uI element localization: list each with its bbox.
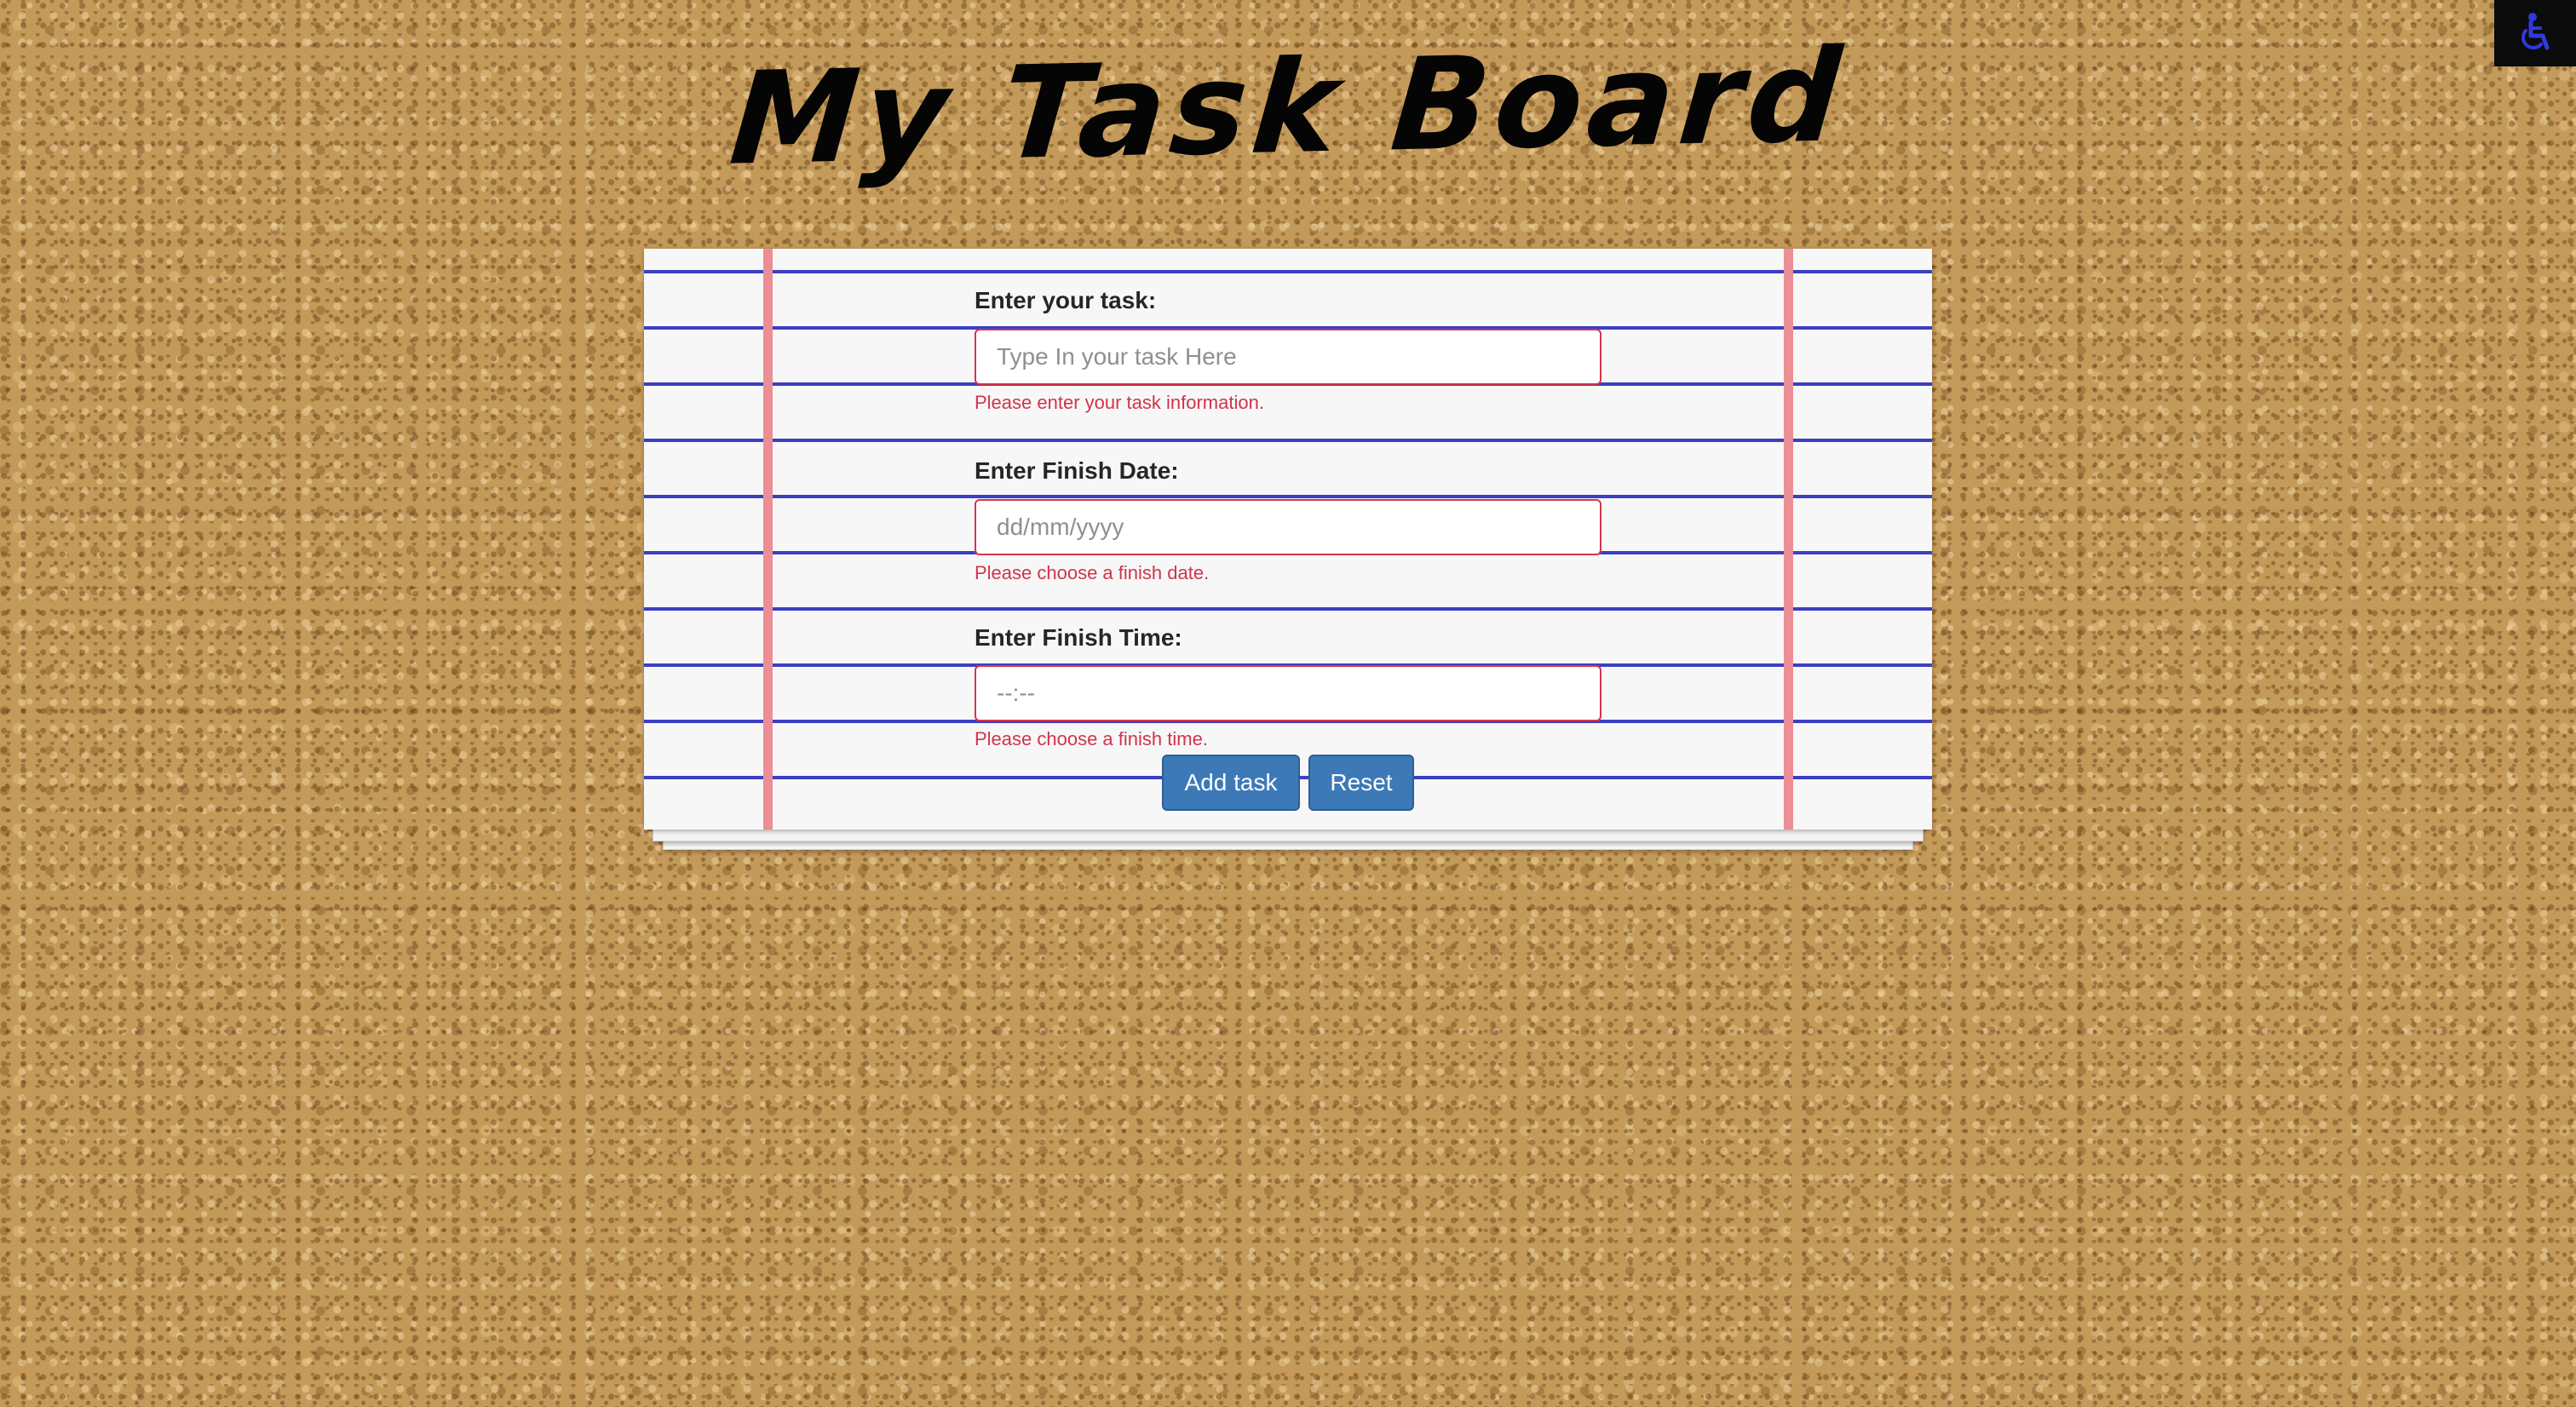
wheelchair-icon [2517, 12, 2553, 55]
task-form: Enter your task: Please enter your task … [975, 249, 1601, 830]
finish-time-input[interactable] [975, 665, 1601, 721]
accessibility-button[interactable] [2494, 0, 2576, 66]
task-label: Enter your task: [975, 287, 1157, 313]
lined-paper: Enter your task: Please enter your task … [644, 249, 1932, 830]
finish-date-error-message: Please choose a finish date. [975, 562, 1210, 583]
paper-margin-line-right [1784, 249, 1793, 830]
finish-date-label: Enter Finish Date: [975, 457, 1179, 484]
task-error-message: Please enter your task information. [975, 392, 1264, 413]
finish-date-input[interactable] [975, 499, 1601, 555]
paper-stack: Enter your task: Please enter your task … [644, 249, 1932, 850]
finish-time-error-message: Please choose a finish time. [975, 728, 1208, 749]
finish-time-label: Enter Finish Time: [975, 624, 1182, 651]
add-task-button[interactable]: Add task [1162, 755, 1300, 811]
reset-button[interactable]: Reset [1308, 755, 1414, 811]
page-title: My Task Board [725, 22, 1851, 194]
form-actions: Add task Reset [644, 755, 1932, 811]
paper-margin-line-left [763, 249, 773, 830]
task-input[interactable] [975, 329, 1601, 385]
